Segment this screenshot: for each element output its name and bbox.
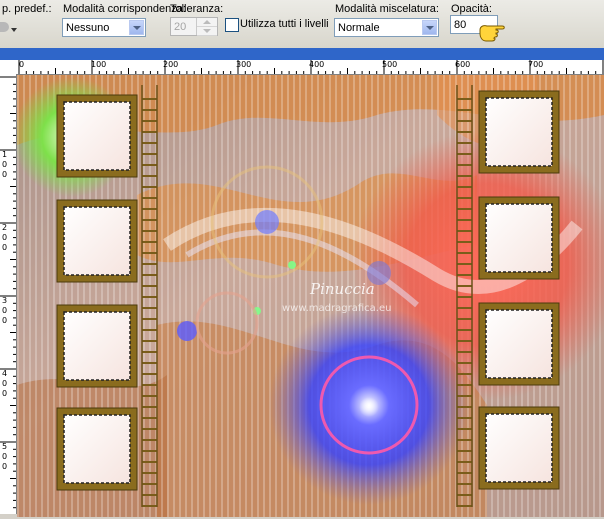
tolerance-label: Tolleranza: (170, 3, 224, 15)
frame-selection (485, 97, 553, 167)
vruler-label: 200 (2, 223, 8, 252)
use-all-layers-label: Utilizza tutti i livelli (240, 18, 329, 30)
frame-selection (63, 311, 131, 381)
vertical-ruler: 100 200 300 400 500 (0, 74, 17, 514)
frame-selection (63, 414, 131, 484)
hruler-label: 0 (19, 60, 25, 69)
opacity-label: Opacità: (451, 3, 492, 15)
photo-frame (478, 302, 560, 386)
pointing-hand-icon (479, 25, 505, 42)
vruler-label: 500 (2, 442, 8, 471)
frame-selection (63, 206, 131, 276)
image-window-titlebar (0, 48, 604, 60)
tolerance-spin-buttons (196, 18, 217, 36)
frame-selection (485, 309, 553, 379)
vruler-label: 300 (2, 296, 8, 325)
use-all-layers-checkbox[interactable] (225, 18, 239, 32)
hruler-label: 300 (236, 60, 252, 69)
match-mode-value: Nessuno (66, 22, 110, 34)
frame-selection (485, 413, 553, 483)
vruler-label: 100 (2, 150, 8, 179)
frame-selection (485, 203, 553, 273)
hruler-label: 700 (528, 60, 544, 69)
chevron-down-icon[interactable] (129, 20, 144, 35)
photo-frame (478, 406, 560, 490)
chevron-down-icon[interactable] (422, 20, 437, 35)
match-mode-label: Modalità corrispondenza: (63, 3, 186, 15)
hruler-label: 600 (455, 60, 471, 69)
preset-label: p. predef.: (2, 3, 52, 15)
tolerance-stepper: 20 (170, 17, 218, 36)
watermark-url: www.madragrafica.eu (282, 303, 392, 314)
photo-frame (56, 94, 138, 178)
opacity-value: 80 (454, 19, 467, 31)
watermark-signature: Pinuccia (310, 280, 375, 298)
blend-mode-value: Normale (338, 22, 380, 34)
blend-mode-label: Modalità miscelatura: (335, 3, 439, 15)
hruler-label: 200 (163, 60, 179, 69)
blend-mode-select[interactable]: Normale (334, 18, 439, 37)
horizontal-ruler: 0 100 200 300 400 500 600 700 (16, 60, 604, 75)
ruler-corner (0, 60, 17, 75)
vruler-label: 400 (2, 369, 8, 398)
photo-frame (56, 407, 138, 491)
frame-selection (63, 101, 131, 171)
tool-options-bar: p. predef.: Modalità corrispondenza: Nes… (0, 0, 604, 49)
spin-down-icon (197, 27, 217, 36)
hruler-label: 500 (382, 60, 398, 69)
photo-frame (56, 304, 138, 388)
hruler-label: 100 (91, 60, 107, 69)
image-canvas[interactable]: Pinuccia www.madragrafica.eu (17, 75, 604, 517)
preset-icon[interactable] (0, 22, 9, 32)
match-mode-select[interactable]: Nessuno (62, 18, 146, 37)
spin-up-icon (197, 18, 217, 27)
photo-frame (478, 90, 560, 174)
photo-frame (478, 196, 560, 280)
tolerance-value: 20 (174, 21, 187, 33)
hruler-label: 400 (309, 60, 325, 69)
photo-frame (56, 199, 138, 283)
preset-dropdown-arrow-icon[interactable] (11, 28, 17, 32)
